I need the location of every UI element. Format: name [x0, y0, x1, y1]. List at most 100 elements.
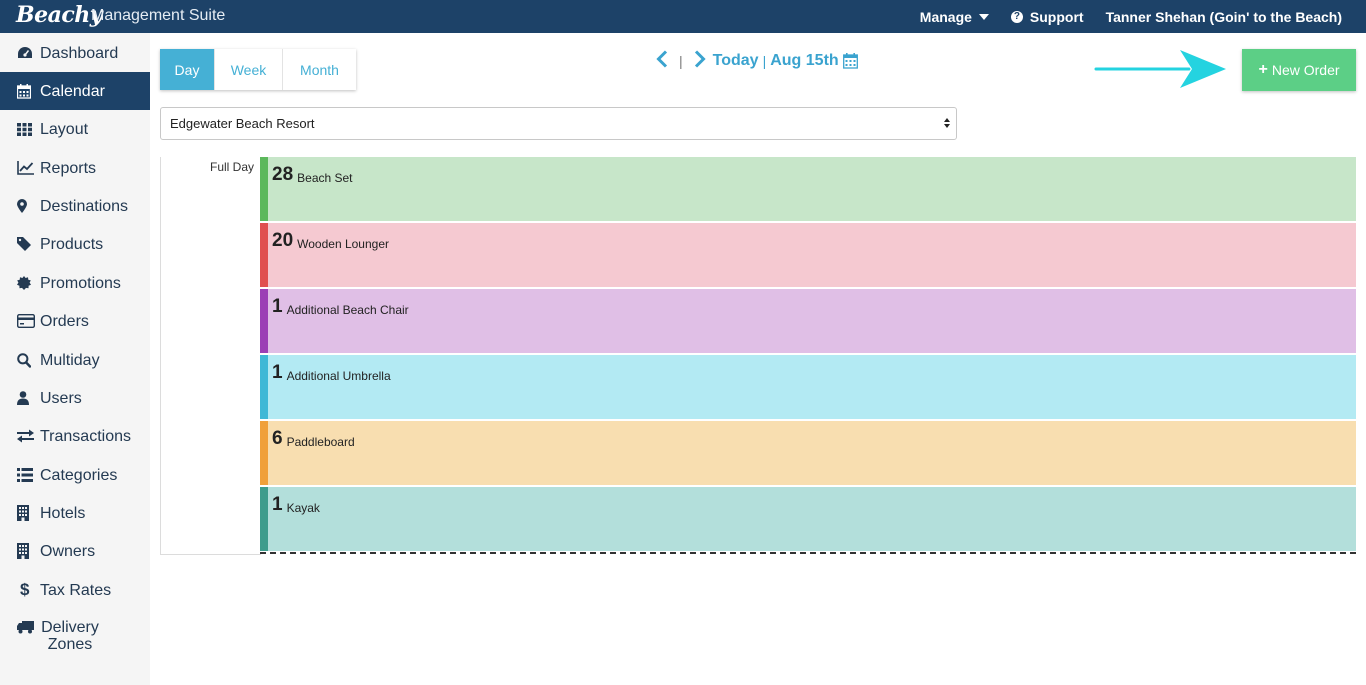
- sidebar-item-reports[interactable]: Reports: [0, 149, 150, 187]
- sidebar-item-label: Categories: [40, 466, 118, 484]
- map-marker-icon: [17, 199, 39, 213]
- event-beach-set[interactable]: 28 Beach Set: [260, 157, 1356, 221]
- app-title: Management Suite: [91, 7, 226, 24]
- sidebar-item-layout[interactable]: Layout: [0, 110, 150, 148]
- sidebar-item-label: Multiday: [40, 351, 100, 369]
- sidebar-item-label: Owners: [40, 542, 96, 560]
- event-paddleboard[interactable]: 6 Paddleboard: [260, 421, 1356, 485]
- list-icon: [17, 468, 39, 482]
- truck-icon: [17, 621, 39, 634]
- manage-menu[interactable]: Manage: [920, 9, 989, 25]
- event-color-bar: [260, 355, 268, 419]
- full-day-label: Full Day: [209, 160, 254, 174]
- top-nav-links: Manage ? Support Tanner Shehan (Goin' to…: [898, 0, 1342, 33]
- tab-month[interactable]: Month: [283, 49, 356, 90]
- nav-separator: |: [679, 53, 683, 69]
- building-icon: [17, 543, 39, 559]
- event-quantity: 1: [272, 362, 283, 383]
- sidebar-item-label: Transactions: [40, 427, 131, 445]
- location-select[interactable]: Edgewater Beach Resort: [160, 107, 957, 140]
- sidebar-item-delivery-zones[interactable]: Delivery Zones: [0, 619, 150, 663]
- current-date[interactable]: Aug 15th: [770, 52, 838, 70]
- new-order-label: New Order: [1271, 62, 1340, 78]
- calendar-frame: [160, 157, 261, 555]
- event-additional-beach-chair[interactable]: 1 Additional Beach Chair: [260, 289, 1356, 353]
- sidebar-item-orders[interactable]: Orders: [0, 302, 150, 340]
- date-separator: |: [762, 53, 767, 69]
- view-toggle: Day Week Month: [160, 49, 356, 90]
- event-quantity: 1: [272, 296, 283, 317]
- event-quantity: 1: [272, 494, 283, 515]
- new-order-button[interactable]: + New Order: [1242, 49, 1356, 91]
- calendar-picker-icon[interactable]: [842, 53, 858, 69]
- now-divider-line: [260, 552, 1356, 554]
- tab-day[interactable]: Day: [160, 49, 215, 90]
- sidebar-item-products[interactable]: Products: [0, 225, 150, 263]
- sidebar-item-label: Layout: [40, 120, 89, 138]
- plus-icon: +: [1258, 61, 1268, 78]
- event-additional-umbrella[interactable]: 1 Additional Umbrella: [260, 355, 1356, 419]
- manage-label: Manage: [919, 8, 972, 25]
- annotation-arrow-icon: [1094, 50, 1226, 88]
- event-quantity: 28: [272, 164, 294, 185]
- event-name: Wooden Lounger: [297, 237, 389, 251]
- support-label: Support: [1029, 8, 1084, 25]
- sidebar-item-label: Promotions: [40, 274, 121, 292]
- support-link[interactable]: ? Support: [1010, 8, 1084, 25]
- location-selected-value: Edgewater Beach Resort: [170, 116, 315, 131]
- sidebar-item-multiday[interactable]: Multiday: [0, 341, 150, 379]
- event-name: Beach Set: [297, 171, 353, 185]
- event-color-bar: [260, 157, 268, 221]
- sidebar-item-label: Destinations: [40, 197, 129, 215]
- line-chart-icon: [17, 161, 39, 175]
- sidebar-item-promotions[interactable]: Promotions: [0, 264, 150, 302]
- tab-week[interactable]: Week: [215, 49, 283, 90]
- sidebar-item-label: Hotels: [40, 504, 86, 522]
- event-kayak[interactable]: 1 Kayak: [260, 487, 1356, 551]
- logo[interactable]: Beachy: [16, 2, 103, 28]
- sidebar-item-calendar[interactable]: Calendar: [0, 72, 150, 110]
- select-arrows-icon: [944, 118, 950, 130]
- sidebar-item-label: Tax Rates: [40, 581, 112, 599]
- question-circle-icon: ?: [1010, 10, 1023, 23]
- sidebar-item-dashboard[interactable]: Dashboard: [0, 34, 150, 72]
- tag-icon: [17, 237, 39, 251]
- credit-card-icon: [17, 314, 39, 328]
- certificate-icon: [17, 276, 39, 290]
- sidebar-item-owners[interactable]: Owners: [0, 532, 150, 570]
- sidebar-item-destinations[interactable]: Destinations: [0, 187, 150, 225]
- event-color-bar: [260, 289, 268, 353]
- event-name: Paddleboard: [286, 435, 355, 449]
- sidebar-item-hotels[interactable]: Hotels: [0, 494, 150, 532]
- grid-icon: [17, 122, 39, 136]
- sidebar-item-tax-rates[interactable]: $ Tax Rates: [0, 571, 150, 609]
- exchange-icon: [17, 429, 39, 443]
- next-day-button[interactable]: [694, 49, 706, 73]
- sidebar: Dashboard Calendar Layout Reports Destin…: [0, 33, 150, 685]
- search-icon: [17, 352, 39, 368]
- prev-day-button[interactable]: [656, 49, 668, 73]
- dollar-icon: $: [20, 580, 30, 599]
- chevron-left-icon: [656, 49, 668, 68]
- event-color-bar: [260, 421, 268, 485]
- date-navigation: | Today | Aug 15th: [656, 49, 858, 73]
- user-menu[interactable]: Tanner Shehan (Goin' to the Beach): [1106, 9, 1342, 25]
- sidebar-item-label: Calendar: [40, 82, 105, 100]
- event-name: Kayak: [286, 501, 320, 515]
- event-wooden-lounger[interactable]: 20 Wooden Lounger: [260, 223, 1356, 287]
- event-name: Additional Beach Chair: [286, 303, 409, 317]
- sidebar-item-label: Reports: [40, 159, 97, 177]
- top-navbar: Beachy Management Suite Manage ? Support…: [0, 0, 1366, 33]
- event-quantity: 20: [272, 230, 294, 251]
- event-quantity: 6: [272, 428, 283, 449]
- event-color-bar: [260, 487, 268, 551]
- today-button[interactable]: Today: [713, 52, 759, 70]
- sidebar-item-categories[interactable]: Categories: [0, 456, 150, 494]
- dashboard-icon: [17, 46, 39, 60]
- user-name: Tanner Shehan (Goin' to the Beach): [1105, 8, 1342, 25]
- sidebar-item-transactions[interactable]: Transactions: [0, 417, 150, 455]
- user-icon: [17, 391, 39, 405]
- sidebar-item-users[interactable]: Users: [0, 379, 150, 417]
- event-color-bar: [260, 223, 268, 287]
- sidebar-item-label: Dashboard: [40, 44, 119, 62]
